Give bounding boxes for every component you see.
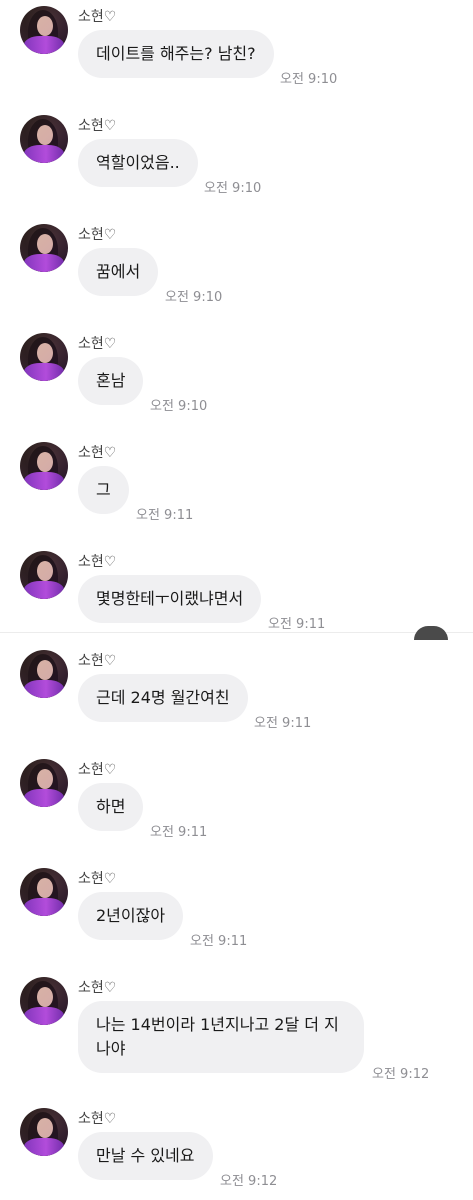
message-bubble[interactable]: 데이트를 해주는? 남친?: [78, 30, 274, 78]
message-time: 오전 9:12: [372, 1067, 430, 1082]
message-bubble[interactable]: 근데 24명 월간여친: [78, 674, 248, 722]
avatar[interactable]: [20, 759, 68, 807]
message-row: 소현♡ 혼남 오전 9:10: [0, 329, 473, 439]
message-time: 오전 9:10: [165, 290, 223, 305]
sender-name: 소현♡: [78, 980, 117, 996]
avatar[interactable]: [20, 977, 68, 1025]
message-row: 소현♡ 만날 수 있네요 오전 9:12: [0, 1104, 473, 1200]
message-row: 소현♡ 나는 14번이라 1년지나고 2달 더 지나야 오전 9:12: [0, 973, 473, 1093]
avatar[interactable]: [20, 6, 68, 54]
message-bubble[interactable]: 역할이었음..: [78, 139, 198, 187]
message-bubble[interactable]: 2년이잖아: [78, 892, 184, 940]
chat-thread[interactable]: 소현♡ 데이트를 해주는? 남친? 오전 9:10 소현♡ 역할이었음.. 오전…: [0, 0, 473, 1200]
avatar[interactable]: [20, 551, 68, 599]
sender-name: 소현♡: [78, 227, 117, 243]
message-time: 오전 9:11: [190, 934, 248, 949]
sender-name: 소현♡: [78, 762, 117, 778]
screenshot-seam: [0, 632, 473, 633]
message-time: 오전 9:10: [204, 181, 262, 196]
message-row: 소현♡ 꿈에서 오전 9:10: [0, 220, 473, 330]
avatar[interactable]: [20, 1108, 68, 1156]
message-time: 오전 9:11: [136, 508, 194, 523]
avatar[interactable]: [20, 333, 68, 381]
sender-name: 소현♡: [78, 9, 117, 25]
sender-name: 소현♡: [78, 554, 117, 570]
message-bubble[interactable]: 그: [78, 466, 129, 514]
message-row: 소현♡ 하면 오전 9:11: [0, 755, 473, 865]
message-time: 오전 9:10: [280, 72, 338, 87]
message-bubble[interactable]: 몇명한테ㅜ이랬냐면서: [78, 575, 262, 623]
message-bubble[interactable]: 혼남: [78, 357, 144, 405]
sender-name: 소현♡: [78, 118, 117, 134]
message-bubble[interactable]: 나는 14번이라 1년지나고 2달 더 지나야: [78, 1001, 364, 1073]
message-time: 오전 9:11: [268, 617, 326, 632]
avatar[interactable]: [20, 442, 68, 490]
message-row: 소현♡ 데이트를 해주는? 남친? 오전 9:10: [0, 2, 473, 112]
sender-name: 소현♡: [78, 871, 117, 887]
message-time: 오전 9:10: [150, 399, 208, 414]
sender-name: 소현♡: [78, 653, 117, 669]
avatar[interactable]: [20, 650, 68, 698]
avatar[interactable]: [20, 868, 68, 916]
avatar[interactable]: [20, 115, 68, 163]
message-bubble[interactable]: 하면: [78, 783, 144, 831]
message-bubble[interactable]: 만날 수 있네요: [78, 1132, 213, 1180]
message-time: 오전 9:12: [220, 1174, 278, 1189]
sender-name: 소현♡: [78, 336, 117, 352]
avatar[interactable]: [20, 224, 68, 272]
message-row: 소현♡ 2년이잖아 오전 9:11: [0, 864, 473, 974]
sender-name: 소현♡: [78, 1111, 117, 1127]
message-row: 소현♡ 몇명한테ㅜ이랬냐면서 오전 9:11: [0, 547, 473, 657]
message-bubble[interactable]: 꿈에서: [78, 248, 159, 296]
message-row: 소현♡ 역할이었음.. 오전 9:10: [0, 111, 473, 221]
message-time: 오전 9:11: [150, 825, 208, 840]
message-row: 소현♡ 그 오전 9:11: [0, 438, 473, 548]
message-row: 소현♡ 근데 24명 월간여친 오전 9:11: [0, 646, 473, 756]
message-time: 오전 9:11: [254, 716, 312, 731]
sender-name: 소현♡: [78, 445, 117, 461]
